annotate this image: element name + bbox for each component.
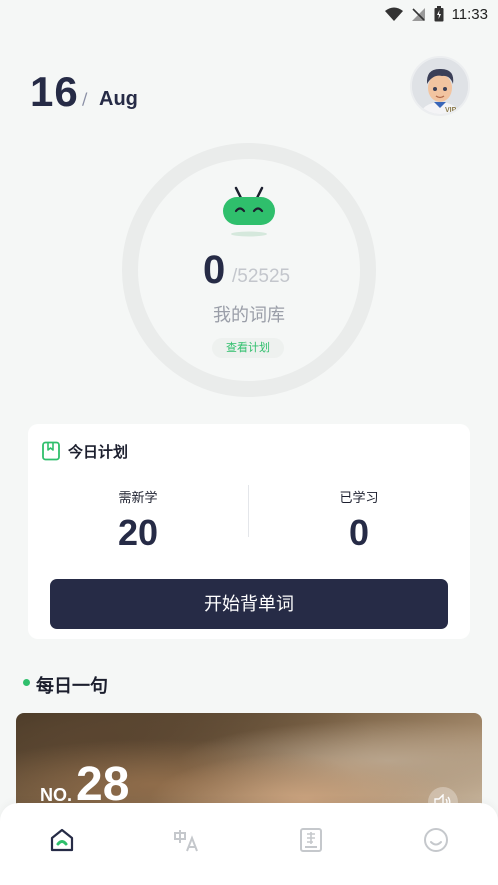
daily-sentence-title: 每日一句: [36, 676, 108, 697]
new-words-label: 需新学: [118, 491, 158, 506]
bottom-nav: [0, 803, 498, 885]
date-day: 16: [30, 68, 79, 115]
new-words-value: 20: [117, 512, 159, 553]
nav-profile[interactable]: [416, 827, 456, 867]
notebook-icon: [42, 441, 60, 461]
learned-count: 0: [203, 248, 226, 292]
learned-words-label: 已学习: [339, 491, 379, 506]
daily-title-dot: [23, 679, 30, 686]
status-bar: 11:33: [0, 0, 498, 28]
nav-home[interactable]: [42, 827, 82, 867]
home-icon: [51, 828, 74, 852]
translate-icon: [173, 830, 198, 852]
dictionary-icon: [300, 828, 323, 852]
nav-translate[interactable]: [167, 827, 207, 867]
vip-badge: VIP: [445, 107, 457, 114]
total-count: /52525: [232, 266, 291, 287]
start-learning-button[interactable]: 开始背单词: [50, 579, 448, 629]
today-plan-card: 今日计划 需新学 20 已学习 0 开始背单词: [28, 424, 470, 639]
word-library-label: 我的词库: [213, 305, 285, 326]
learned-words-value: 0: [348, 512, 370, 553]
avatar-image: VIP: [412, 58, 468, 114]
no-signal-icon: [411, 7, 426, 22]
status-time: 11:33: [451, 5, 488, 23]
nav-dictionary[interactable]: [291, 827, 331, 867]
battery-icon: [434, 6, 444, 22]
mascot-icon: [223, 186, 275, 237]
date-separator: /: [82, 89, 88, 108]
profile-icon: [423, 828, 448, 852]
wifi-icon: [384, 7, 403, 22]
plan-title: 今日计划: [68, 443, 129, 461]
stat-divider: [248, 485, 249, 537]
date-month: Aug: [99, 88, 138, 110]
avatar[interactable]: VIP: [410, 56, 470, 116]
view-plan-button[interactable]: 查看计划: [212, 338, 284, 358]
